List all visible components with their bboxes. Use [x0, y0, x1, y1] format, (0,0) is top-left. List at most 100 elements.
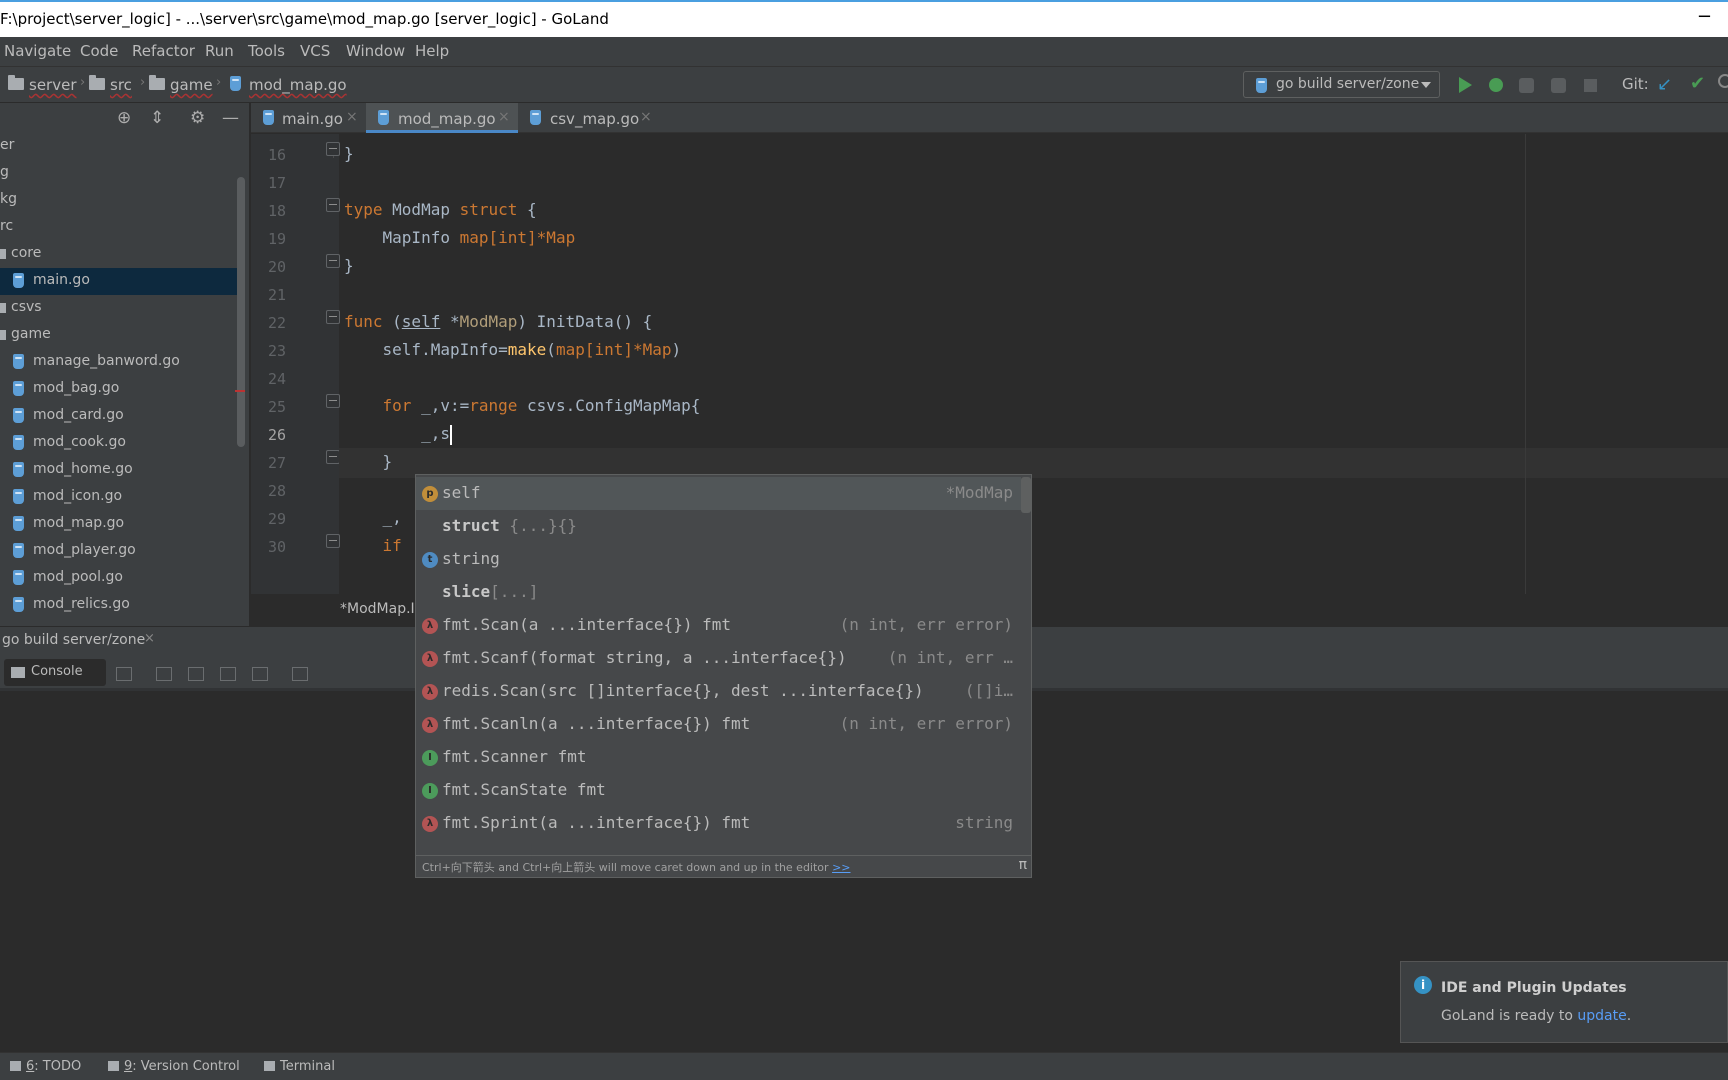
terminal-tool-button[interactable]: Terminal [264, 1059, 335, 1074]
locate-icon[interactable]: ⊕ [117, 108, 131, 128]
go-file-icon [13, 273, 24, 288]
tree-item[interactable]: mod_relics.go [0, 592, 245, 619]
close-icon[interactable]: × [144, 631, 155, 646]
tree-item-core[interactable]: core [0, 241, 245, 268]
tree-item[interactable]: rc [0, 214, 245, 241]
more-link[interactable]: >> [832, 861, 850, 874]
tree-item-main-go[interactable]: main.go [0, 268, 245, 295]
todo-tool-button[interactable]: 6: TODO [10, 1059, 81, 1074]
update-link[interactable]: update [1577, 1008, 1626, 1024]
console-tab[interactable]: Console [4, 659, 106, 686]
pi-icon[interactable]: π [1019, 857, 1027, 873]
tree-item[interactable]: mod_pool.go [0, 565, 245, 592]
crumb-src[interactable]: src [110, 76, 132, 94]
tree-item[interactable]: mod_player.go [0, 538, 245, 565]
run-configuration-select[interactable]: go build server/zone [1243, 71, 1440, 98]
crumb-game[interactable]: game [170, 76, 213, 94]
menu-run[interactable]: Run [205, 42, 234, 60]
menu-vcs[interactable]: VCS [300, 42, 330, 60]
history-icon[interactable] [1718, 74, 1728, 88]
fold-icon[interactable] [326, 198, 340, 212]
step-out-icon[interactable] [220, 667, 236, 681]
collapse-all-icon[interactable]: ⇕ [150, 108, 164, 128]
close-icon[interactable]: × [640, 109, 652, 125]
run-icon[interactable] [1459, 77, 1472, 93]
menu-code[interactable]: Code [80, 42, 118, 60]
fold-icon[interactable] [326, 394, 340, 408]
crumb-server[interactable]: server [29, 76, 76, 94]
fold-icon[interactable] [326, 142, 340, 156]
profile-icon[interactable] [1551, 78, 1566, 93]
fold-icon[interactable] [326, 534, 340, 548]
tab-main-go[interactable]: main.go × [251, 103, 366, 133]
function-icon: λ [422, 816, 438, 832]
tree-item[interactable]: mod_card.go [0, 403, 245, 430]
menu-window[interactable]: Window [346, 42, 405, 60]
fold-icon[interactable] [326, 254, 340, 268]
close-icon[interactable]: × [346, 109, 358, 125]
tree-item[interactable]: mod_icon.go [0, 484, 245, 511]
completion-item-fmt-scanln[interactable]: λ fmt.Scanln(a ...interface{}) fmt (n in… [416, 708, 1021, 741]
tree-item[interactable]: mod_home.go [0, 457, 245, 484]
editor-gutter: 16 17 18 19 20 21 22 23 24 25 26 27 28 2… [251, 134, 340, 594]
gear-icon[interactable]: ⚙ [190, 108, 205, 128]
tree-item[interactable]: g [0, 160, 245, 187]
folder-icon [0, 303, 6, 313]
menu-tools[interactable]: Tools [248, 42, 285, 60]
evaluate-icon[interactable] [292, 667, 308, 681]
version-control-tool-button[interactable]: 9: Version Control [108, 1059, 240, 1074]
coverage-icon[interactable] [1519, 78, 1534, 93]
folder-icon [0, 249, 6, 259]
tree-item[interactable]: mod_cook.go [0, 430, 245, 457]
menu-refactor[interactable]: Refactor [132, 42, 195, 60]
completion-item-slice[interactable]: slice[...] [416, 576, 1021, 609]
completion-item-fmt-sprint[interactable]: λ fmt.Sprint(a ...interface{}) fmt strin… [416, 807, 1021, 840]
navigation-bar: server › src › game › mod_map.go go buil… [0, 67, 1728, 103]
terminal-icon [264, 1061, 275, 1071]
tree-item[interactable]: kg [0, 187, 245, 214]
git-update-icon[interactable]: ↙ [1657, 74, 1672, 95]
completion-item-self[interactable]: p self *ModMap [416, 477, 1021, 510]
tree-item-csvs[interactable]: csvs [0, 295, 245, 322]
go-file-icon [13, 435, 24, 450]
tree-item-game[interactable]: game [0, 322, 245, 349]
menu-icon[interactable] [116, 667, 132, 681]
run-to-cursor-icon[interactable] [252, 667, 268, 681]
line-number: 24 [267, 370, 286, 388]
completion-scrollbar[interactable] [1021, 477, 1031, 513]
completion-item-fmt-scan[interactable]: λ fmt.Scan(a ...interface{}) fmt (n int,… [416, 609, 1021, 642]
tree-item[interactable]: mod_map.go [0, 511, 245, 538]
menu-help[interactable]: Help [415, 42, 449, 60]
completion-item-fmt-scanstate[interactable]: I fmt.ScanState fmt [416, 774, 1021, 807]
tab-mod-map-go[interactable]: mod_map.go × [366, 103, 518, 133]
project-scrollbar[interactable] [237, 177, 245, 447]
completion-item-string[interactable]: t string [416, 543, 1021, 576]
tree-item[interactable]: mod_bag.go [0, 376, 245, 403]
tree-item[interactable]: er [0, 133, 245, 160]
debug-icon[interactable] [1489, 78, 1503, 92]
hide-icon[interactable]: — [222, 108, 239, 128]
tab-csv-map-go[interactable]: csv_map.go × [518, 103, 658, 133]
tree-item[interactable]: manage_banword.go [0, 349, 245, 376]
go-file-icon [263, 110, 274, 125]
completion-item-redis-scan[interactable]: λ redis.Scan(src []interface{}, dest ...… [416, 675, 1021, 708]
go-file-icon [530, 110, 541, 125]
completion-item-fmt-scanf[interactable]: λ fmt.Scanf(format string, a ...interfac… [416, 642, 1021, 675]
editor-breadcrumb[interactable]: *ModMap.I [340, 601, 415, 617]
step-into-icon[interactable] [188, 667, 204, 681]
completion-item-fmt-scanner[interactable]: I fmt.Scanner fmt [416, 741, 1021, 774]
close-icon[interactable]: × [498, 109, 510, 125]
stop-icon[interactable] [1584, 79, 1597, 92]
step-over-icon[interactable] [156, 667, 172, 681]
interface-icon: I [422, 750, 438, 766]
line-number: 19 [267, 230, 286, 248]
git-commit-icon[interactable]: ✔ [1690, 73, 1705, 94]
run-tab-label[interactable]: go build server/zone [2, 632, 145, 648]
minimize-button[interactable]: − [1697, 6, 1712, 27]
menu-navigate[interactable]: Navigate [4, 42, 71, 60]
fold-icon[interactable] [326, 310, 340, 324]
crumb-mod-map[interactable]: mod_map.go [249, 76, 347, 94]
completion-item-struct[interactable]: struct {...}{} [416, 510, 1021, 543]
fold-icon[interactable] [326, 450, 340, 464]
line-number: 23 [267, 342, 286, 360]
